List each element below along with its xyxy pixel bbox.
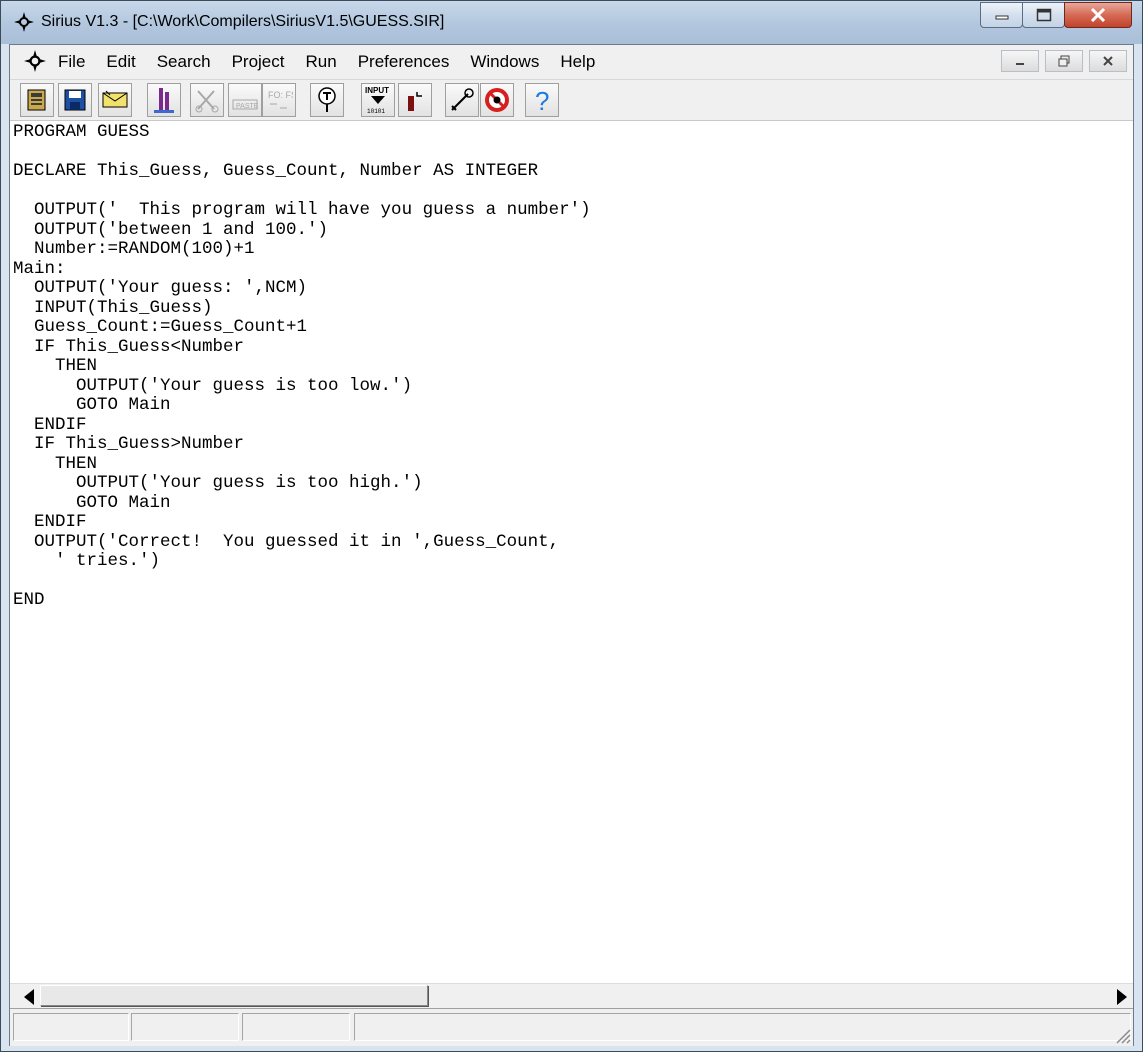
app-window: Sirius V1.3 - [C:\Work\Compilers\SiriusV… (0, 0, 1143, 1052)
code-line[interactable]: ENDIF (13, 512, 87, 532)
code-line[interactable]: THEN (13, 356, 97, 376)
status-panel-3 (242, 1013, 350, 1041)
doc-minimize-button[interactable] (1001, 50, 1039, 72)
fo-fs-label: FO: FS (268, 90, 293, 100)
code-line[interactable]: ' tries.') (13, 551, 160, 571)
status-panel-4 (354, 1013, 1131, 1041)
menu-file[interactable]: File (58, 52, 85, 72)
cut-icon (195, 90, 219, 113)
code-text[interactable]: PROGRAM GUESS DECLARE This_Guess, Guess_… (10, 121, 1133, 611)
doc-close-button[interactable] (1089, 50, 1127, 72)
tools-icon (451, 88, 474, 111)
code-line[interactable]: DECLARE This_Guess, Guess_Count, Number … (13, 161, 538, 181)
minimize-icon (1016, 63, 1024, 65)
code-line[interactable]: PROGRAM GUESS (13, 122, 150, 142)
cut-button (190, 83, 224, 117)
status-panel-1 (13, 1013, 129, 1041)
code-line[interactable]: OUTPUT('between 1 and 100.') (13, 220, 328, 240)
stop-debug-icon (485, 88, 509, 112)
code-line[interactable]: IF This_Guess<Number (13, 337, 244, 357)
step-icon (408, 92, 422, 111)
code-line[interactable]: GOTO Main (13, 493, 171, 513)
minimize-icon (995, 15, 1008, 20)
menu-edit[interactable]: Edit (106, 52, 135, 72)
trace-icon (318, 87, 336, 112)
horizontal-scrollbar[interactable] (10, 983, 1133, 1008)
code-line[interactable]: INPUT(This_Guess) (13, 298, 213, 318)
save-button[interactable] (58, 83, 92, 117)
menu-bar: File Edit Search Project Run Preferences… (10, 45, 1133, 80)
compile-icon (154, 88, 174, 113)
code-line[interactable]: END (13, 590, 45, 610)
open-file-button[interactable] (20, 83, 54, 117)
fo-fs-button: FO: FS (262, 83, 296, 117)
minimize-button[interactable] (980, 2, 1023, 28)
fo-fs-icon: FO: FS (268, 90, 293, 109)
code-editor[interactable]: PROGRAM GUESS DECLARE This_Guess, Guess_… (10, 121, 1133, 983)
menu-run[interactable]: Run (306, 52, 337, 72)
stop-debug-button[interactable] (480, 83, 514, 117)
maximize-icon (1036, 8, 1051, 22)
document-compass-icon[interactable] (24, 50, 46, 72)
help-button[interactable]: ? (525, 83, 559, 117)
scroll-left-arrow-icon[interactable] (24, 989, 34, 1005)
code-line[interactable]: OUTPUT('Your guess is too low.') (13, 376, 412, 396)
tools-button[interactable] (445, 83, 479, 117)
save-icon (64, 89, 86, 111)
restore-icon (1058, 55, 1070, 67)
title-bar[interactable]: Sirius V1.3 - [C:\Work\Compilers\SiriusV… (1, 1, 1142, 44)
code-line[interactable]: OUTPUT('Correct! You guessed it in ',Gue… (13, 532, 559, 552)
maximize-button[interactable] (1022, 2, 1065, 28)
code-line[interactable]: IF This_Guess>Number (13, 434, 244, 454)
window-title: Sirius V1.3 - [C:\Work\Compilers\SiriusV… (41, 13, 445, 30)
status-bar (10, 1008, 1133, 1046)
input-icon: INPUT 10101 (365, 86, 389, 115)
mail-icon (102, 90, 128, 108)
code-line[interactable]: OUTPUT('Your guess: ',NCM) (13, 278, 307, 298)
code-line[interactable]: Guess_Count:=Guess_Count+1 (13, 317, 307, 337)
step-button[interactable] (398, 83, 432, 117)
scroll-thumb[interactable] (40, 985, 428, 1006)
status-panel-2 (131, 1013, 239, 1041)
menu-project[interactable]: Project (232, 52, 285, 72)
menu-search[interactable]: Search (157, 52, 211, 72)
code-line[interactable]: Main: (13, 259, 66, 279)
app-compass-icon (14, 12, 34, 32)
compile-button[interactable] (147, 83, 181, 117)
help-icon: ? (535, 86, 549, 115)
input-binary-label: 10101 (367, 108, 385, 115)
resize-grip-icon[interactable] (1113, 1026, 1131, 1044)
input-label: INPUT (365, 86, 389, 95)
input-button[interactable]: INPUT 10101 (361, 83, 395, 117)
code-line[interactable]: ENDIF (13, 415, 87, 435)
help-label: ? (535, 86, 549, 115)
paste-label: PASTE (236, 103, 259, 110)
doc-restore-button[interactable] (1045, 50, 1083, 72)
scroll-right-arrow-icon[interactable] (1117, 989, 1127, 1005)
code-line[interactable]: THEN (13, 454, 97, 474)
code-line[interactable]: GOTO Main (13, 395, 171, 415)
close-button[interactable] (1064, 2, 1132, 28)
menu-preferences[interactable]: Preferences (358, 52, 450, 72)
open-file-icon (27, 89, 46, 111)
toolbar: PASTE FO: FS INPUT 10101 ? (10, 80, 1133, 121)
code-line[interactable]: Number:=RANDOM(100)+1 (13, 239, 255, 259)
trace-button[interactable] (310, 83, 344, 117)
menu-windows[interactable]: Windows (470, 52, 539, 72)
menu-help[interactable]: Help (560, 52, 595, 72)
code-line[interactable]: OUTPUT('Your guess is too high.') (13, 473, 423, 493)
close-icon (1090, 8, 1106, 22)
paste-button: PASTE (228, 83, 262, 117)
code-line[interactable]: OUTPUT(' This program will have you gues… (13, 200, 591, 220)
mdi-client: File Edit Search Project Run Preferences… (9, 44, 1134, 1046)
mail-button[interactable] (98, 83, 132, 117)
close-icon (1103, 56, 1113, 66)
paste-icon: PASTE (232, 99, 259, 110)
